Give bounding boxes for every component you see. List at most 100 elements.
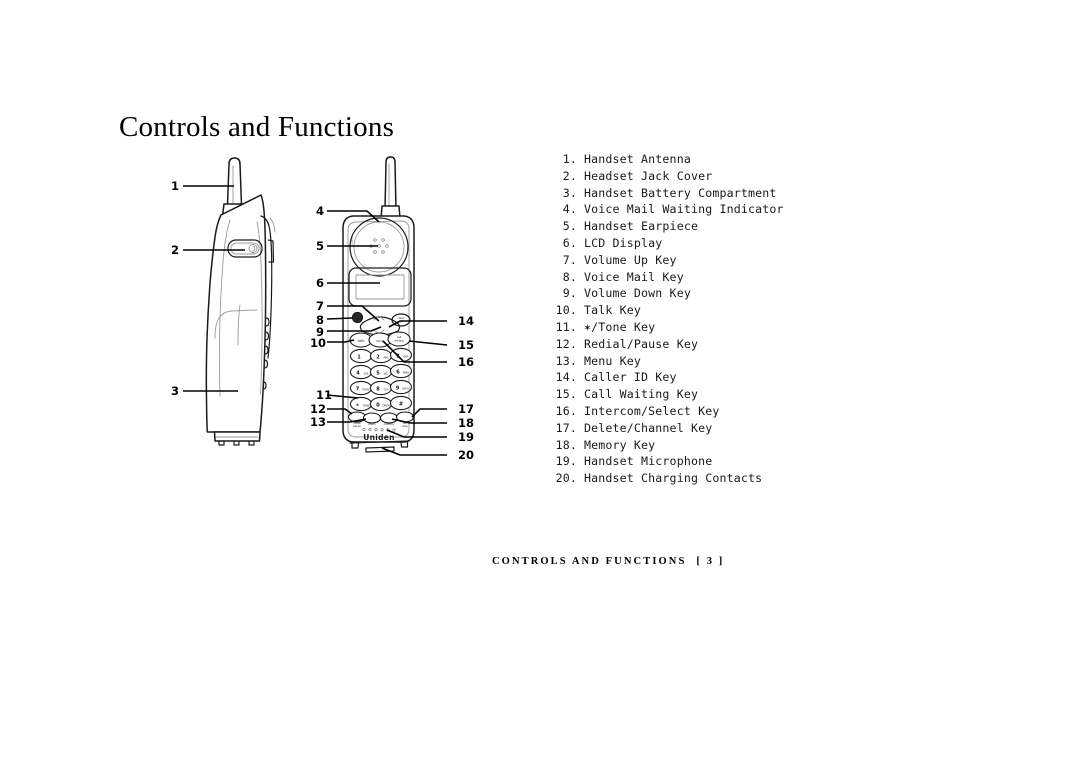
- feature-item-number: 14.: [555, 370, 577, 385]
- side-antenna: [226, 157, 243, 206]
- keypad-key-star-tone: ✶ TONE: [349, 396, 373, 412]
- svg-text:int/sel: int/sel: [376, 339, 384, 343]
- callout-number-9: 9: [316, 325, 325, 339]
- feature-list-item: 13. Menu Key: [551, 354, 871, 371]
- svg-text:pause: pause: [353, 425, 361, 428]
- redial-pause-key: redial pause: [347, 411, 367, 428]
- svg-text:caller: caller: [397, 316, 405, 320]
- front-antenna-base: [380, 205, 401, 220]
- feature-item-label: Talk Key: [584, 303, 642, 318]
- feature-item-label: Volume Up Key: [584, 252, 677, 267]
- talk-key: talk: [349, 332, 373, 348]
- feature-item-number: 17.: [555, 420, 577, 435]
- callout-number-2: 2: [171, 243, 180, 257]
- feature-list-item: 18. Memory Key: [551, 438, 871, 455]
- leader-line-7: [327, 305, 380, 322]
- side-contour-c: [269, 217, 276, 233]
- feature-list-item: 6. LCD Display: [551, 236, 871, 253]
- lcd-display: [348, 267, 412, 307]
- callout-number-17: 17: [458, 402, 475, 416]
- feature-list-item: 17. Delete/Channel Key: [551, 421, 871, 438]
- feature-item-number: 11.: [555, 319, 577, 334]
- side-earpiece-bump: [267, 239, 275, 263]
- feature-item-label: Headset Jack Cover: [584, 168, 713, 183]
- feature-item-number: 2.: [562, 168, 577, 183]
- feature-item-number: 1.: [562, 152, 577, 166]
- feature-item-label: Memory Key: [584, 437, 656, 452]
- front-antenna-rod: [384, 156, 397, 211]
- svg-text:del: del: [403, 421, 407, 425]
- callout-number-13: 13: [310, 415, 327, 429]
- delete-channel-key: del chan: [395, 411, 415, 428]
- svg-text:#: #: [399, 401, 403, 407]
- side-contour-a: [218, 219, 231, 397]
- feature-item-label: Handset Earpiece: [584, 219, 699, 234]
- svg-text:8: 8: [376, 386, 380, 392]
- svg-text:WXYZ: WXYZ: [402, 386, 410, 390]
- footer-page-number: [ 3 ]: [696, 556, 725, 567]
- volume-up-arrow-icon: [373, 315, 385, 321]
- keypad-key-0: 0 OPER: [369, 396, 393, 412]
- svg-text:6: 6: [396, 369, 400, 375]
- svg-text:7: 7: [356, 386, 360, 392]
- uniden-brand-logo: Uniden: [363, 433, 395, 442]
- menu-key: menu: [362, 412, 382, 426]
- svg-text:OPER: OPER: [382, 403, 389, 407]
- keypad-key-9: 9 WXYZ: [389, 379, 413, 395]
- leader-line-8: [326, 317, 354, 320]
- svg-text:TONE: TONE: [362, 403, 370, 407]
- svg-text:talk: talk: [358, 339, 366, 343]
- svg-text:menu: menu: [368, 423, 376, 426]
- feature-item-number: 16.: [555, 403, 577, 418]
- front-inner-bezel: [347, 220, 410, 438]
- leader-line-13: [327, 418, 367, 423]
- svg-text:2: 2: [376, 354, 380, 360]
- feature-list-item: 14. Caller ID Key: [551, 370, 871, 387]
- handset-earpiece: [349, 217, 409, 277]
- feature-list-item: 7. Volume Up Key: [551, 253, 871, 270]
- feature-item-label: Handset Battery Compartment: [584, 185, 777, 200]
- feature-list-item: 4. Voice Mail Waiting Indicator: [551, 202, 871, 219]
- keypad-key-4: 4 GHI: [349, 364, 373, 380]
- feature-list-item: 1. Handset Antenna: [551, 152, 871, 169]
- side-antenna-base: [221, 203, 248, 217]
- front-antenna: [384, 156, 397, 211]
- feature-item-number: 13.: [555, 353, 577, 368]
- keypad-key-8: 8 TUV: [369, 380, 393, 396]
- callout-number-16: 16: [458, 355, 475, 369]
- svg-text:4: 4: [356, 370, 360, 376]
- front-right-leader-lines: [381, 320, 448, 456]
- callout-number-7: 7: [316, 299, 325, 313]
- voice-mail-indicator-icon: VOICE MAIL: [351, 311, 364, 324]
- feature-item-label: Delete/Channel Key: [584, 420, 713, 435]
- feature-list-item: 3. Handset Battery Compartment: [551, 186, 871, 203]
- feature-item-number: 19.: [555, 454, 577, 469]
- svg-text:memory: memory: [384, 423, 395, 426]
- svg-text:5: 5: [376, 370, 380, 376]
- leader-line-12: [327, 408, 353, 415]
- numeric-keypad: 1 2 ABC 3 DEF 4 GHI 5 JKL 6 MNO 7 PQRS 8…: [349, 347, 413, 412]
- page-footer: CONTROLS AND FUNCTIONS [ 3 ]: [492, 556, 724, 567]
- navigation-rocker: [359, 315, 401, 336]
- keypad-key-3: 3 DEF: [389, 347, 413, 363]
- feature-list-item: 16. Intercom/Select Key: [551, 404, 871, 421]
- leader-line-19: [386, 429, 447, 438]
- svg-text:MAIL: MAIL: [354, 317, 361, 321]
- feature-item-number: 7.: [562, 252, 577, 267]
- callout-number-19: 19: [458, 430, 475, 444]
- feature-item-number: 20.: [555, 471, 577, 486]
- keypad-key-pound: #: [389, 395, 413, 411]
- intercom-select-key: int/sel: [368, 332, 392, 348]
- volume-down-arrow-icon: [373, 329, 385, 335]
- feature-list-item: 8. Voice Mail Key: [551, 270, 871, 287]
- function-key-row: redial pause menu memory del chan: [347, 411, 415, 428]
- leader-line-10: [327, 339, 355, 343]
- side-foot-3: [248, 440, 255, 446]
- callout-number-15: 15: [458, 338, 475, 352]
- feature-item-label: Volume Down Key: [584, 286, 691, 301]
- feature-item-label: Call Waiting Key: [584, 387, 699, 402]
- front-body: [342, 215, 415, 443]
- keypad-key-2: 2 ABC: [369, 348, 393, 364]
- svg-text:TUV: TUV: [383, 387, 388, 391]
- svg-text:redial: redial: [353, 421, 361, 425]
